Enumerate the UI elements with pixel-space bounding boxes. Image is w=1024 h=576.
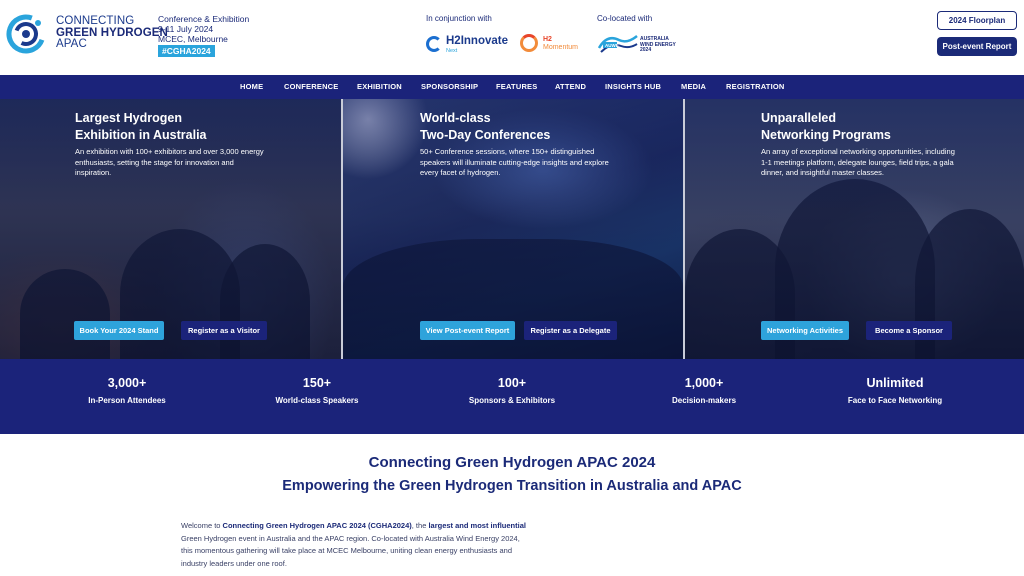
stat-label: In-Person Attendees — [88, 396, 166, 405]
panel-description: An array of exceptional networking oppor… — [761, 147, 955, 177]
hero-panel-exhibition: Largest Hydrogen Exhibition in Australia… — [0, 99, 341, 359]
awe-text: AUSTRALIA WIND ENERGY 2024 — [640, 36, 676, 54]
nav-features[interactable]: FEATURES — [496, 82, 537, 91]
event-type: Conference & Exhibition — [158, 14, 250, 24]
book-stand-button[interactable]: Book Your 2024 Stand — [74, 321, 164, 340]
panel-description: An exhibition with 100+ exhibitors and o… — [75, 147, 264, 177]
stats-bar: 3,000+ In-Person Attendees 150+ World-cl… — [0, 359, 1024, 434]
intro-subtitle: Empowering the Green Hydrogen Transition… — [282, 478, 742, 494]
panel-title: Unparalleled Networking Programs — [761, 110, 961, 144]
h2momentum-title: H2 — [543, 36, 552, 43]
floorplan-button[interactable]: 2024 Floorplan — [937, 11, 1017, 30]
intro-text: Welcome to — [181, 521, 223, 530]
stat-label: Sponsors & Exhibitors — [468, 396, 556, 405]
nav-media[interactable]: MEDIA — [681, 82, 706, 91]
event-info: Conference & Exhibition 9-11 July 2024 M… — [158, 14, 249, 57]
awe-icon[interactable]: AUWE — [597, 32, 639, 54]
panel-divider — [341, 99, 343, 359]
stat-label: Decision-makers — [671, 396, 737, 405]
become-sponsor-button[interactable]: Become a Sponsor — [866, 321, 952, 340]
register-delegate-button[interactable]: Register as a Delegate — [524, 321, 617, 340]
h2innovate-icon — [426, 36, 442, 52]
panel-title-line-1: World-class — [420, 111, 491, 125]
stat-speakers: 150+ World-class Speakers — [227, 376, 407, 405]
logo-line-3: APAC — [56, 38, 87, 50]
h2innovate-title: H2Innovate — [446, 35, 508, 47]
panel-divider — [683, 99, 685, 359]
intro-title: Connecting Green Hydrogen APAC 2024 — [368, 454, 656, 471]
stat-value: Unlimited — [866, 376, 924, 390]
hero-section: Largest Hydrogen Exhibition in Australia… — [0, 99, 1024, 359]
post-event-report-button[interactable]: Post-event Report — [937, 37, 1017, 56]
event-dates: 9-11 July 2024 — [158, 24, 214, 34]
panel-title-line-1: Largest Hydrogen — [75, 111, 182, 125]
stat-sponsors: 100+ Sponsors & Exhibitors — [422, 376, 602, 405]
intro-text: Green Hydrogen event in Australia and th… — [181, 533, 520, 568]
site-header: CONNECTING GREEN HYDROGEN APAC Conferenc… — [0, 0, 1024, 75]
nav-home[interactable]: HOME — [240, 82, 263, 91]
main-nav: HOME CONFERENCE EXHIBITION SPONSORSHIP F… — [0, 75, 1024, 99]
hero-panel-conference: World-class Two-Day Conferences 50+ Conf… — [343, 99, 683, 359]
panel-title-line-1: Unparalleled — [761, 111, 837, 125]
panel-title-line-2: Networking Programs — [761, 128, 891, 142]
intro-event-name: Connecting Green Hydrogen APAC 2024 (CGH… — [222, 521, 412, 530]
h2momentum-sub: Momentum — [543, 44, 579, 51]
nav-sponsorship[interactable]: SPONSORSHIP — [421, 82, 478, 91]
stat-value: 100+ — [497, 376, 527, 390]
panel-title: Largest Hydrogen Exhibition in Australia — [75, 110, 265, 144]
panel-title-line-2: Two-Day Conferences — [420, 128, 551, 142]
nav-attend[interactable]: ATTEND — [555, 82, 586, 91]
nav-insights-hub[interactable]: INSIGHTS HUB — [605, 82, 661, 91]
networking-activities-button[interactable]: Networking Activities — [761, 321, 849, 340]
logo-line-1: CONNECTING — [56, 15, 135, 27]
h2innovate-sub: Next — [446, 48, 458, 54]
register-visitor-button[interactable]: Register as a Visitor — [181, 321, 267, 340]
stat-value: 3,000+ — [107, 376, 147, 390]
stat-attendees: 3,000+ In-Person Attendees — [37, 376, 217, 405]
event-venue: MCEC, Melbourne — [158, 34, 228, 44]
stat-decision-makers: 1,000+ Decision-makers — [614, 376, 794, 405]
stat-label: World-class Speakers — [275, 396, 359, 405]
stat-label: Face to Face Networking — [847, 396, 943, 405]
nav-conference[interactable]: CONFERENCE — [284, 82, 339, 91]
hero-panel-networking: Unparalleled Networking Programs An arra… — [685, 99, 1024, 359]
view-report-button[interactable]: View Post-event Report — [420, 321, 515, 340]
stat-value: 150+ — [302, 376, 332, 390]
awe-text-3: 2024 — [640, 47, 652, 53]
h2momentum-icon[interactable] — [520, 34, 538, 52]
intro-text: , the — [411, 521, 429, 530]
panel-title: World-class Two-Day Conferences — [420, 110, 610, 144]
panel-title-line-2: Exhibition in Australia — [75, 128, 207, 142]
colocated-label: Co-located with — [597, 14, 653, 23]
panel-description: 50+ Conference sessions, where 150+ dist… — [420, 147, 609, 177]
logo-text[interactable]: CONNECTING GREEN HYDROGEN APAC — [56, 15, 168, 51]
stat-value: 1,000+ — [684, 376, 724, 390]
intro-emphasis: largest and most influential — [428, 521, 526, 530]
nav-registration[interactable]: REGISTRATION — [726, 82, 785, 91]
stat-networking: Unlimited Face to Face Networking — [805, 376, 985, 405]
nav-exhibition[interactable]: EXHIBITION — [357, 82, 402, 91]
svg-text:AUWE: AUWE — [605, 43, 619, 48]
event-hashtag: #CGHA2024 — [158, 45, 215, 57]
logo-icon[interactable] — [6, 14, 46, 54]
conjunction-label: In conjunction with — [426, 14, 492, 23]
intro-body: Welcome to Connecting Green Hydrogen APA… — [181, 520, 526, 570]
